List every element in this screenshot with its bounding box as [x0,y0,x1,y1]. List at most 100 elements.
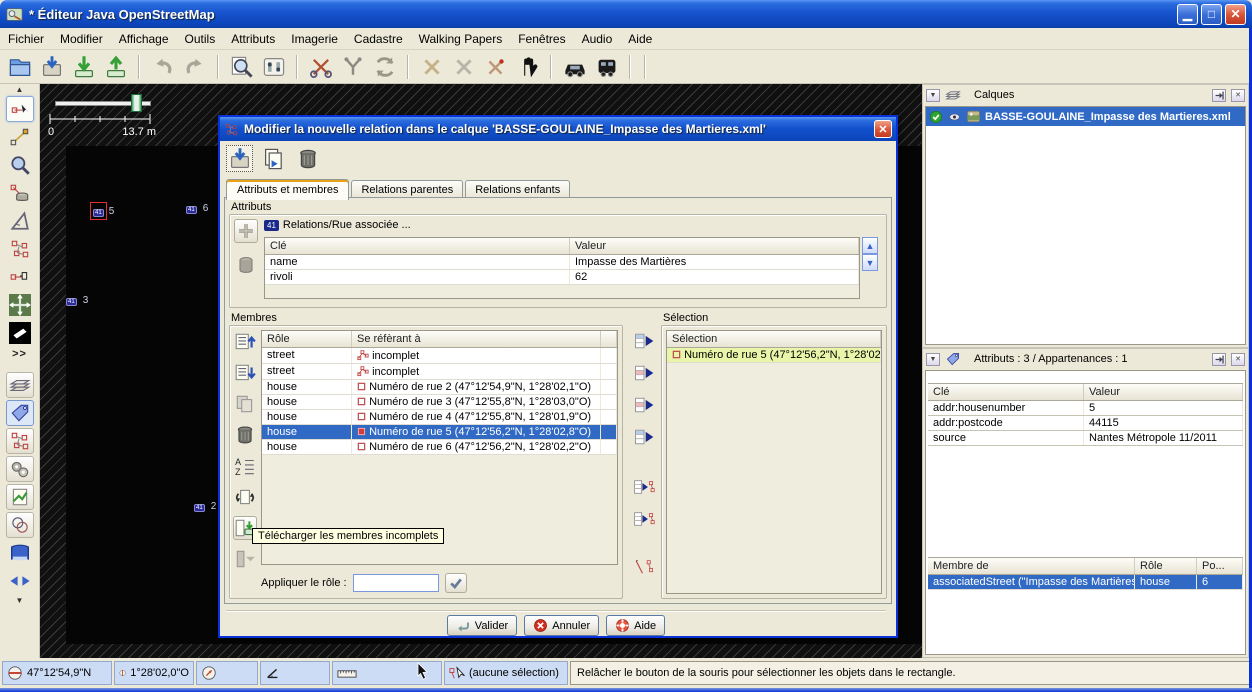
zoom-slider-handle[interactable] [131,94,142,112]
layer-visibility-eye-icon[interactable] [947,111,962,123]
tag-row[interactable]: source Nantes Métropole 11/2011 [928,431,1243,446]
redo-icon[interactable] [181,53,208,80]
set-square-tool[interactable] [6,208,34,234]
apply-role-input[interactable] [353,574,439,592]
member-row[interactable]: house Numéro de rue 2 (47°12'54,9"N, 1°2… [262,380,617,395]
scroll-up-icon[interactable]: ▲ [862,237,878,254]
cadastre-grab-icon[interactable] [307,53,334,80]
select-tool[interactable] [6,96,34,122]
window-shade-icon[interactable]: ▼ [926,353,940,366]
move-tool[interactable] [6,292,34,318]
member-row[interactable]: street incomplet [262,364,617,380]
column-header-key[interactable]: Clé [928,384,1084,400]
remove-from-selection-button[interactable] [632,555,656,579]
layer-active-check-icon[interactable] [929,110,943,124]
draw-way-tool[interactable] [6,124,34,150]
menu-cadastre[interactable]: Cadastre [346,29,411,49]
download-data-icon[interactable] [70,53,97,80]
scroll-down-icon[interactable]: ▼ [862,254,878,271]
select-members-from-selection-button[interactable] [632,507,656,531]
tag-row[interactable]: rivoli 62 [265,270,859,285]
duplicate-relation-icon[interactable] [260,145,287,172]
preferences-icon[interactable] [260,53,287,80]
member-row-selected[interactable]: house Numéro de rue 5 (47°12'56,2"N, 1°2… [262,425,617,440]
tag-row[interactable]: addr:housenumber 5 [928,401,1243,416]
building-tool[interactable] [6,320,34,346]
pan-hand-icon[interactable] [514,53,541,80]
column-header-key[interactable]: Clé [265,238,570,254]
pin-panel-icon[interactable] [1212,353,1226,366]
add-selection-after-button[interactable] [632,393,656,417]
close-button[interactable]: ✕ [1225,4,1246,25]
close-panel-icon[interactable]: ✕ [1231,353,1245,366]
tags-panel-button[interactable] [6,400,34,426]
column-header-position[interactable]: Po... [1197,558,1243,574]
relations-panel-button[interactable] [6,428,34,454]
menu-aide[interactable]: Aide [620,29,660,49]
zoom-to-data-icon[interactable] [228,53,255,80]
zoom-slider[interactable] [55,94,151,112]
bus-routing-icon[interactable] [593,53,620,80]
menu-fenetres[interactable]: Fenêtres [510,29,573,49]
help-button[interactable]: Aide [606,615,665,636]
map-marker[interactable]: 41 3 [62,290,88,310]
reverse-members-button[interactable] [233,485,257,509]
layer-row[interactable]: BASSE-GOULAINE_Impasse des Martieres.xml [926,107,1245,126]
upload-data-icon[interactable] [102,53,129,80]
selection-panel-button[interactable] [6,512,34,538]
close-panel-icon[interactable]: ✕ [1231,89,1245,102]
column-header-role[interactable]: Rôle [1135,558,1197,574]
unglue-node-icon[interactable] [482,53,509,80]
ok-button[interactable]: Valider [447,615,517,636]
open-file-icon[interactable] [6,53,33,80]
undo-icon[interactable] [149,53,176,80]
apply-role-confirm-button[interactable] [445,573,467,593]
cancel-button[interactable]: Annuler [524,615,599,636]
sidebar-scroll-down-icon[interactable]: ▼ [16,596,24,605]
column-header-value[interactable]: Valeur [1084,384,1243,400]
more-tools-icon[interactable]: >> [12,348,27,360]
car-routing-icon[interactable] [561,53,588,80]
menu-walking-papers[interactable]: Walking Papers [411,29,511,49]
menu-modifier[interactable]: Modifier [52,29,111,49]
column-header-role[interactable]: Rôle [262,331,352,347]
remove-member-button[interactable] [233,423,257,447]
minimize-button[interactable]: ▁ [1177,4,1198,25]
column-header-value[interactable]: Valeur [570,238,859,254]
zoom-tool[interactable] [6,152,34,178]
combine-way-icon[interactable] [450,53,477,80]
sort-members-button[interactable] [233,454,257,478]
column-header-member-of[interactable]: Membre de [928,558,1135,574]
tag-row[interactable]: name Impasse des Martières [265,255,859,270]
dictionary-button[interactable] [6,540,34,566]
column-header-ref[interactable]: Se réfèrant à [352,331,601,347]
move-member-up-button[interactable] [233,330,257,354]
menu-fichier[interactable]: Fichier [0,29,52,49]
menu-outils[interactable]: Outils [177,29,224,49]
attributes-scrollbar[interactable]: ▲ ▼ [862,237,878,271]
apply-updates-icon[interactable] [226,145,253,172]
maximize-button[interactable]: □ [1201,4,1222,25]
layers-panel-button[interactable] [6,372,34,398]
menu-affichage[interactable]: Affichage [111,29,177,49]
tab-attributs-et-membres[interactable]: Attributs et membres [226,179,349,200]
download-selected-members-button[interactable] [233,547,257,571]
add-selection-before-button[interactable] [632,361,656,385]
menu-attributs[interactable]: Attributs [223,29,283,49]
tag-row[interactable]: addr:postcode 44115 [928,416,1243,431]
window-shade-icon[interactable]: ▼ [926,89,940,102]
refresh-data-icon[interactable] [371,53,398,80]
select-members-button[interactable] [632,475,656,499]
split-way-icon[interactable] [418,53,445,80]
member-row[interactable]: house Numéro de rue 4 (47°12'55,8"N, 1°2… [262,410,617,425]
map-marker[interactable]: 41 2 [190,496,216,516]
delete-tag-button[interactable] [234,253,258,277]
move-member-down-button[interactable] [233,361,257,385]
select-way-tool[interactable] [6,264,34,290]
menu-audio[interactable]: Audio [574,29,621,49]
menu-imagerie[interactable]: Imagerie [283,29,346,49]
add-selection-at-end-button[interactable] [632,425,656,449]
member-row[interactable]: house Numéro de rue 3 (47°12'55,8"N, 1°2… [262,395,617,410]
collapse-panels-button[interactable] [6,568,34,594]
selection-row[interactable]: Numéro de rue 5 (47°12'56,2"N, 1°28'02..… [667,348,881,363]
